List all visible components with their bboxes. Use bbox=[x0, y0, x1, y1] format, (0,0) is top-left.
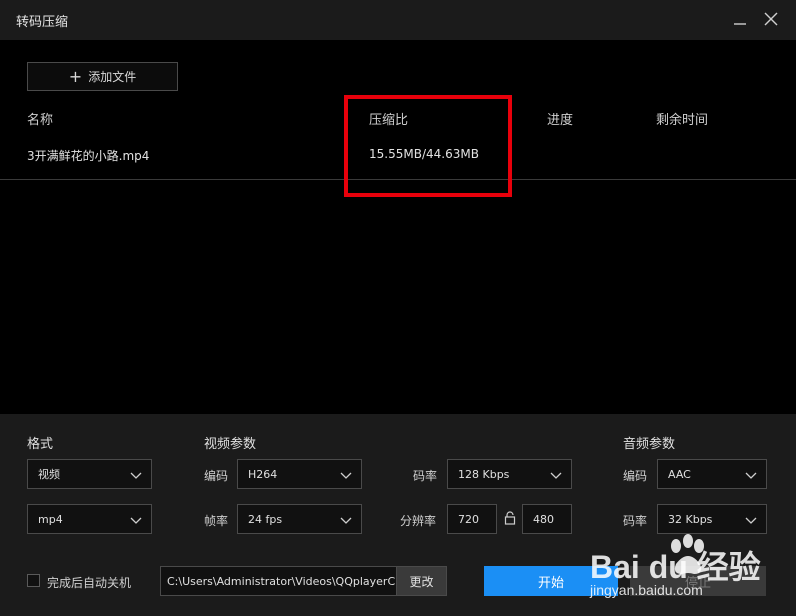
change-path-button[interactable]: 更改 bbox=[396, 566, 447, 596]
format-container-value: mp4 bbox=[38, 512, 63, 526]
video-fps-value: 24 fps bbox=[248, 512, 283, 526]
resolution-width-value: 720 bbox=[458, 512, 479, 526]
title-bar: 转码压缩 bbox=[0, 0, 796, 40]
plus-icon: + bbox=[68, 66, 83, 86]
audio-section-title: 音频参数 bbox=[623, 437, 676, 452]
add-file-button[interactable]: + 添加文件 bbox=[27, 62, 178, 91]
baidu-watermark-logo: Bai du 经验 jingyan.baidu.com bbox=[588, 524, 788, 614]
video-fps-select[interactable]: 24 fps bbox=[237, 504, 362, 534]
auto-shutdown-label: 完成后自动关机 bbox=[47, 576, 132, 590]
resolution-height-input[interactable]: 480 bbox=[522, 504, 572, 534]
add-file-label: 添加文件 bbox=[88, 70, 137, 84]
column-header-progress[interactable]: 进度 bbox=[547, 109, 573, 128]
video-resolution-label: 分辨率 bbox=[400, 514, 437, 528]
close-icon[interactable] bbox=[762, 10, 780, 28]
format-type-select[interactable]: 视频 bbox=[27, 459, 152, 489]
chevron-down-icon bbox=[130, 472, 142, 479]
format-section-title: 格式 bbox=[27, 437, 54, 452]
audio-codec-label: 编码 bbox=[623, 469, 648, 483]
chevron-down-icon bbox=[340, 472, 352, 479]
column-header-name[interactable]: 名称 bbox=[27, 109, 53, 128]
auto-shutdown-checkbox[interactable] bbox=[27, 574, 40, 587]
resolution-width-input[interactable]: 720 bbox=[447, 504, 497, 534]
chevron-down-icon bbox=[130, 517, 142, 524]
video-codec-label: 编码 bbox=[204, 469, 229, 483]
format-container-select[interactable]: mp4 bbox=[27, 504, 152, 534]
format-type-value: 视频 bbox=[38, 468, 60, 481]
column-header-remaining[interactable]: 剩余时间 bbox=[656, 109, 708, 128]
lock-icon[interactable] bbox=[504, 511, 516, 525]
minimize-icon[interactable] bbox=[731, 10, 749, 28]
watermark-url-text: jingyan.baidu.com bbox=[590, 582, 703, 598]
audio-codec-value: AAC bbox=[668, 467, 691, 481]
chevron-down-icon bbox=[340, 517, 352, 524]
video-codec-value: H264 bbox=[248, 467, 278, 481]
video-bitrate-value: 128 Kbps bbox=[458, 467, 510, 481]
video-section-title: 视频参数 bbox=[204, 437, 257, 452]
output-path-field[interactable]: C:\Users\Administrator\Videos\QQplayerC bbox=[160, 566, 397, 596]
chevron-down-icon bbox=[550, 472, 562, 479]
video-bitrate-select[interactable]: 128 Kbps bbox=[447, 459, 572, 489]
highlight-annotation-box bbox=[344, 95, 512, 197]
video-codec-select[interactable]: H264 bbox=[237, 459, 362, 489]
output-path-value: C:\Users\Administrator\Videos\QQplayerC bbox=[167, 574, 396, 588]
resolution-height-value: 480 bbox=[533, 512, 554, 526]
video-bitrate-label: 码率 bbox=[413, 469, 438, 483]
video-fps-label: 帧率 bbox=[204, 514, 229, 528]
file-name-cell: 3开满鲜花的小路.mp4 bbox=[27, 149, 150, 163]
audio-codec-select[interactable]: AAC bbox=[657, 459, 767, 489]
window-title: 转码压缩 bbox=[16, 15, 69, 30]
chevron-down-icon bbox=[745, 472, 757, 479]
